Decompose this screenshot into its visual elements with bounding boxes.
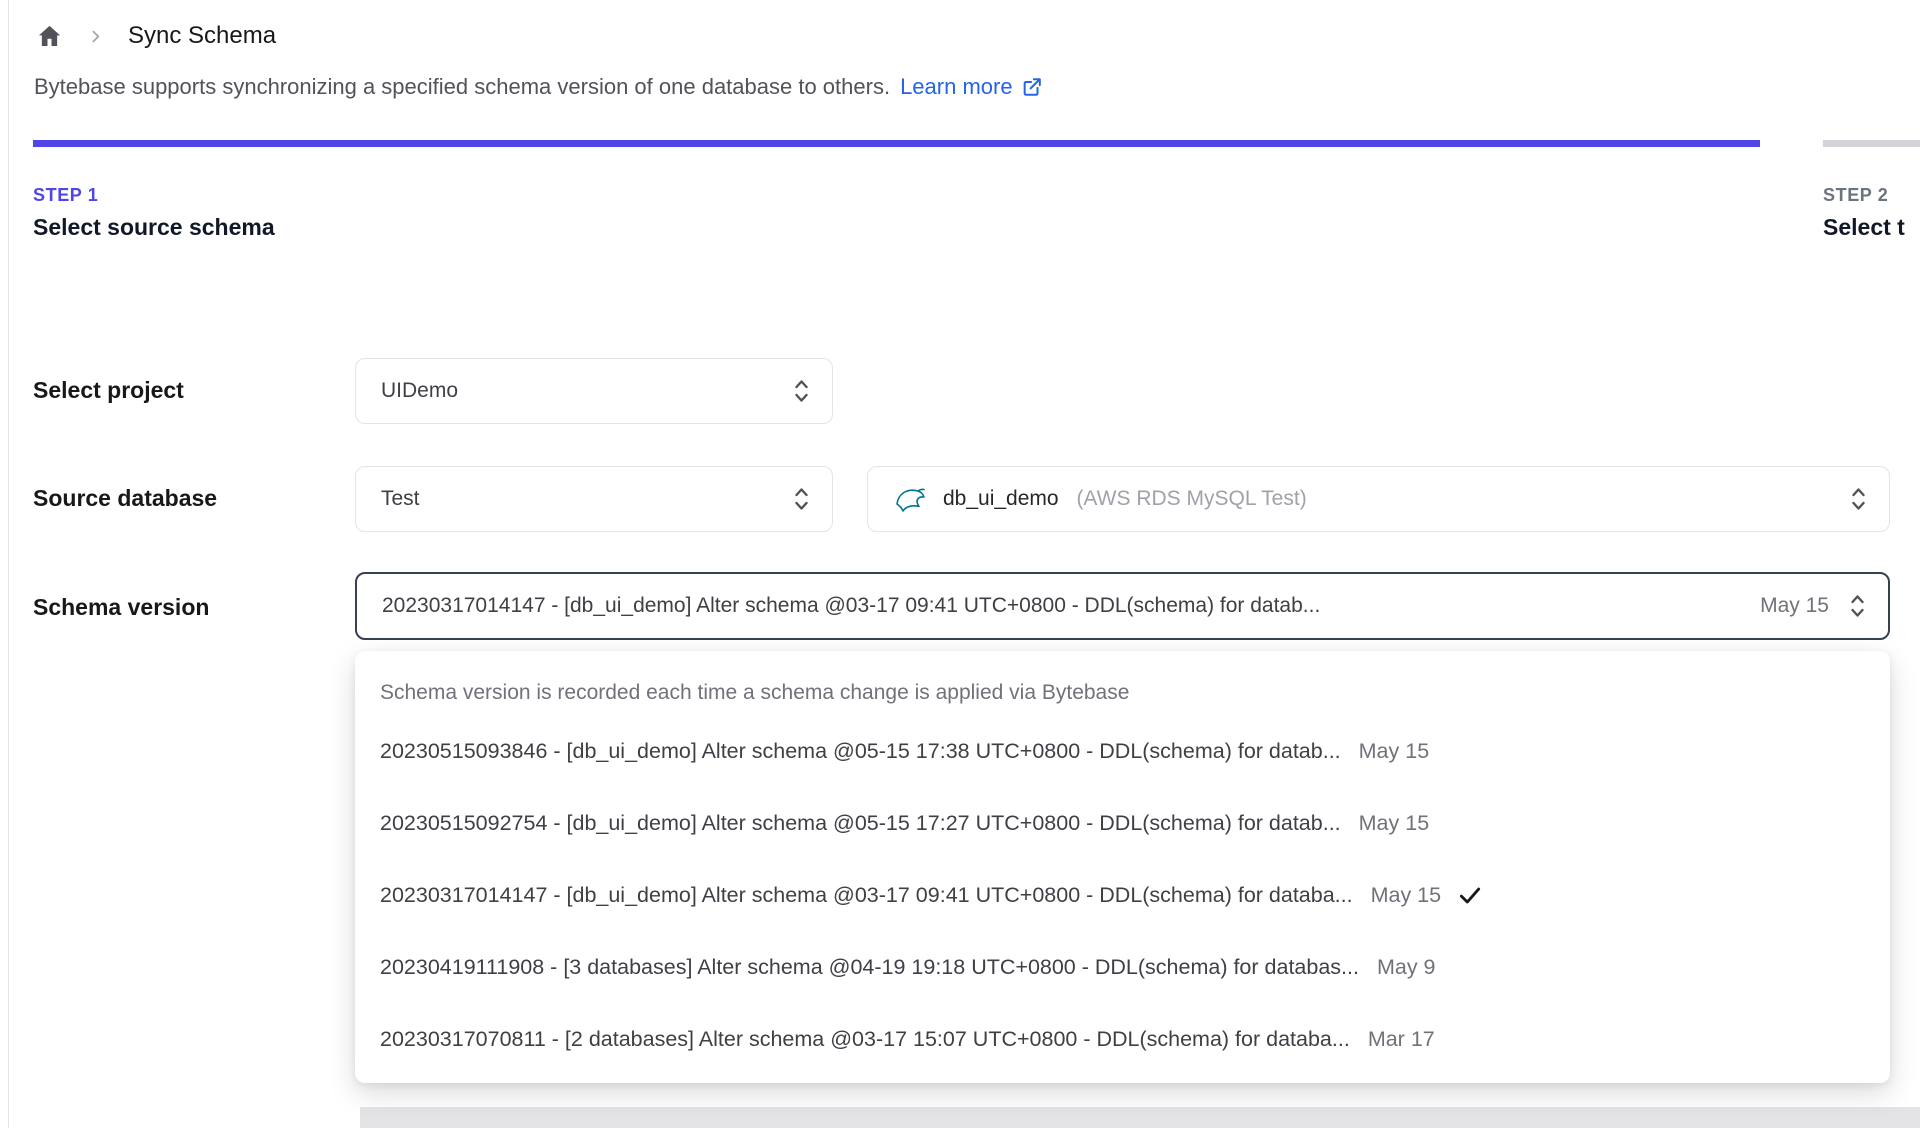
- option-label: 20230419111908 - [3 databases] Alter sch…: [380, 954, 1359, 979]
- schema-version-label: Schema version: [33, 594, 210, 620]
- schema-version-option[interactable]: 20230515093846 - [db_ui_demo] Alter sche…: [355, 715, 1890, 787]
- option-date: May 15: [1358, 738, 1430, 763]
- page-title: Sync Schema: [128, 22, 277, 49]
- left-divider: [8, 0, 9, 1128]
- step2-title: Select t: [1823, 214, 1905, 240]
- learn-more-link[interactable]: Learn more: [900, 74, 1043, 100]
- updown-chevron-icon: [1848, 485, 1869, 513]
- project-select-value: UIDemo: [381, 379, 459, 402]
- step1-progress-bar: [33, 140, 1760, 147]
- schema-version-date: May 15: [1760, 594, 1829, 617]
- step1-label: STEP 1: [33, 185, 99, 205]
- database-detail: (AWS RDS MySQL Test): [1076, 487, 1307, 510]
- schema-version-select[interactable]: 20230317014147 - [db_ui_demo] Alter sche…: [355, 572, 1890, 640]
- option-date: May 15: [1358, 810, 1430, 835]
- schema-version-option[interactable]: 20230419111908 - [3 databases] Alter sch…: [355, 931, 1890, 1003]
- dropdown-header: Schema version is recorded each time a s…: [380, 681, 1130, 704]
- updown-chevron-icon: [791, 485, 812, 513]
- option-label: 20230515093846 - [db_ui_demo] Alter sche…: [380, 738, 1341, 763]
- option-date: Mar 17: [1367, 1026, 1435, 1051]
- updown-chevron-icon: [1847, 592, 1868, 620]
- schema-version-option[interactable]: 20230317070811 - [2 databases] Alter sch…: [355, 1003, 1890, 1075]
- environment-select[interactable]: Test: [355, 466, 833, 532]
- check-icon: [1457, 882, 1483, 908]
- step2-label: STEP 2: [1823, 185, 1889, 205]
- source-database-label: Source database: [33, 485, 218, 511]
- mysql-icon: [893, 484, 929, 514]
- page-description: Bytebase supports synchronizing a specif…: [34, 74, 1043, 100]
- updown-chevron-icon: [791, 377, 812, 405]
- breadcrumb: Sync Schema: [36, 16, 276, 56]
- schema-version-value: 20230317014147 - [db_ui_demo] Alter sche…: [382, 594, 1321, 617]
- home-icon[interactable]: [36, 23, 63, 50]
- background-strip: [360, 1107, 1920, 1128]
- chevron-right-icon: [87, 28, 104, 45]
- step2-progress-bar: [1823, 140, 1920, 147]
- option-date: May 15: [1370, 882, 1442, 907]
- project-select[interactable]: UIDemo: [355, 358, 833, 424]
- schema-version-dropdown: Schema version is recorded each time a s…: [355, 651, 1890, 1083]
- option-label: 20230515092754 - [db_ui_demo] Alter sche…: [380, 810, 1341, 835]
- select-project-label: Select project: [33, 377, 184, 403]
- option-label: 20230317014147 - [db_ui_demo] Alter sche…: [380, 882, 1353, 907]
- option-label: 20230317070811 - [2 databases] Alter sch…: [380, 1026, 1350, 1051]
- external-link-icon: [1021, 76, 1043, 98]
- option-date: May 9: [1376, 954, 1436, 979]
- database-select[interactable]: db_ui_demo (AWS RDS MySQL Test): [867, 466, 1890, 532]
- description-text: Bytebase supports synchronizing a specif…: [34, 74, 891, 99]
- database-select-value: db_ui_demo (AWS RDS MySQL Test): [943, 487, 1834, 511]
- schema-version-option-selected[interactable]: 20230317014147 - [db_ui_demo] Alter sche…: [355, 859, 1890, 931]
- database-name: db_ui_demo: [943, 487, 1059, 510]
- sync-schema-page: Sync Schema Bytebase supports synchroniz…: [0, 0, 1920, 1128]
- environment-select-value: Test: [381, 487, 420, 510]
- schema-version-option[interactable]: 20230515092754 - [db_ui_demo] Alter sche…: [355, 787, 1890, 859]
- learn-more-label: Learn more: [900, 74, 1013, 99]
- step1-title: Select source schema: [33, 214, 275, 240]
